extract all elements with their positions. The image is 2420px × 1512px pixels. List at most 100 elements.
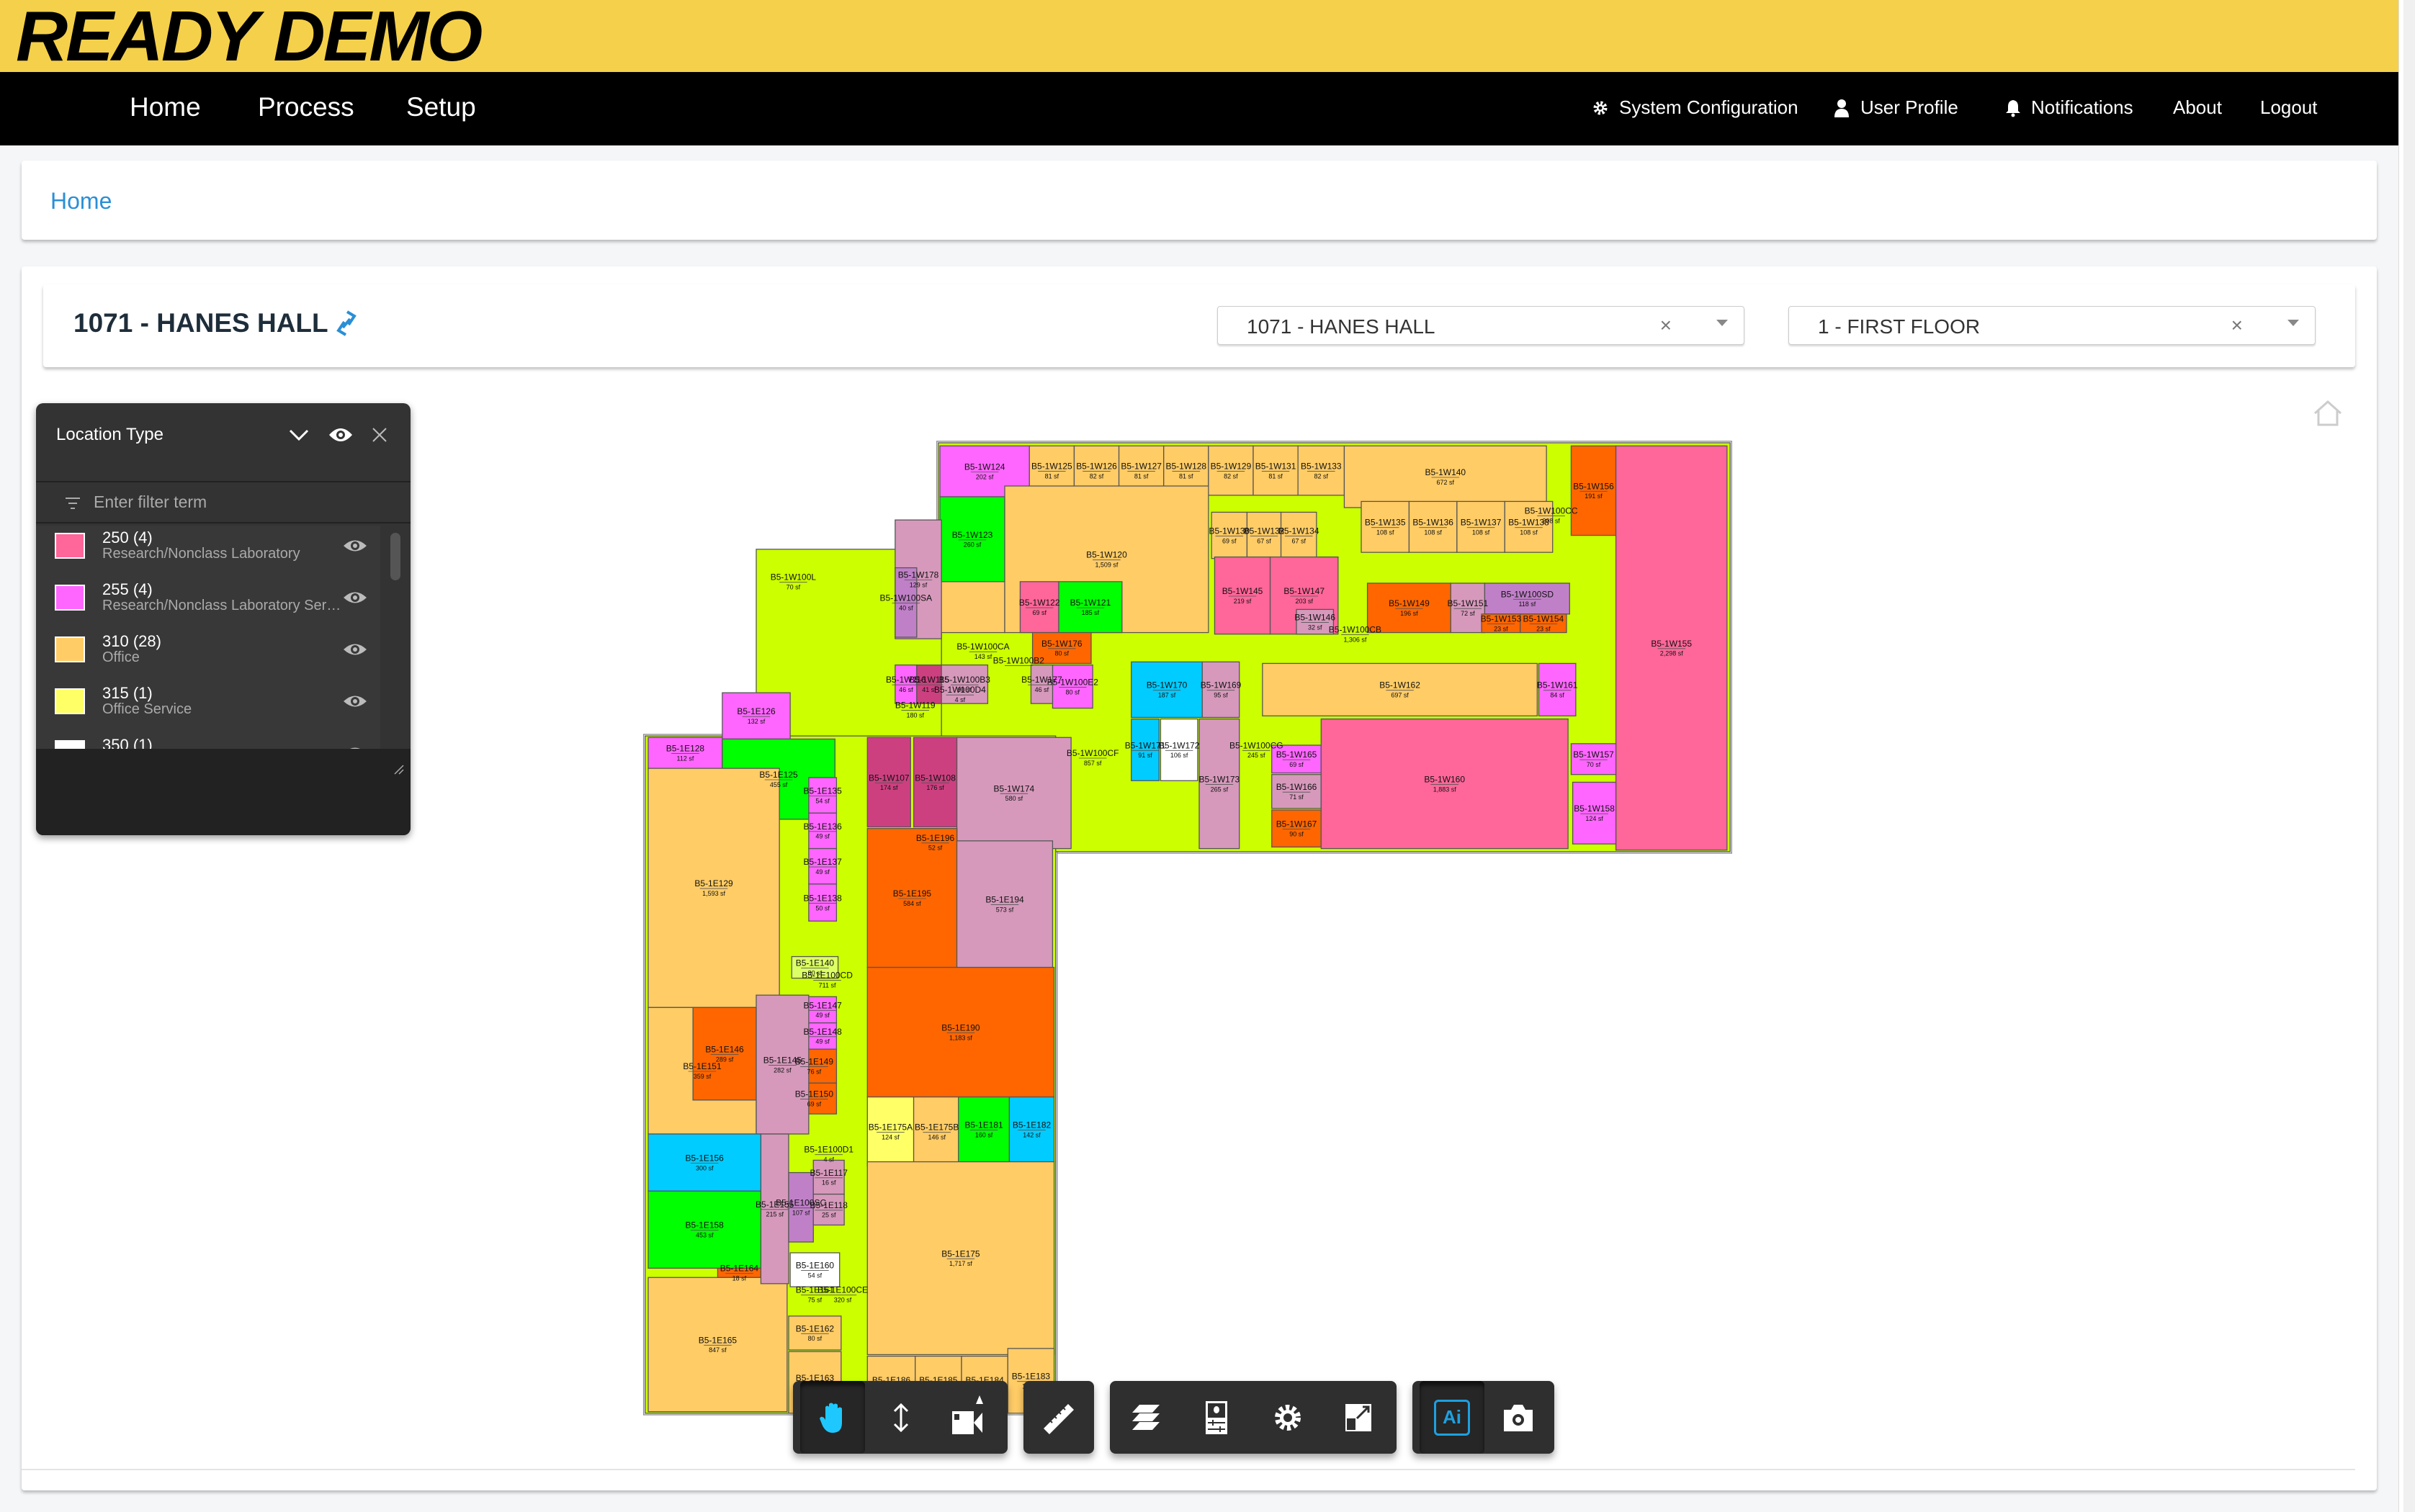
room-label-id: B5-1E183 bbox=[1012, 1372, 1051, 1382]
legend-item-description: Office Service bbox=[102, 701, 192, 717]
legend-item[interactable]: 350 (1) Conference Room bbox=[36, 733, 380, 749]
room-label-area: 124 sf bbox=[1585, 815, 1603, 822]
room-unlabeled[interactable] bbox=[939, 581, 1005, 634]
ruler-icon bbox=[1044, 1403, 1074, 1434]
corridor-label-id: B5-1W100CA bbox=[956, 642, 1009, 652]
ai-button[interactable]: Ai bbox=[1420, 1381, 1484, 1454]
legend-color-swatch bbox=[55, 585, 85, 611]
room-label-id: B5-1W147 bbox=[1283, 586, 1325, 596]
legend-filter-placeholder: Enter filter term bbox=[94, 492, 207, 511]
room-label-id: B5-1W140 bbox=[1425, 467, 1466, 477]
room-label-area: 18 sf bbox=[732, 1275, 747, 1282]
camera-view-button[interactable] bbox=[937, 1381, 1002, 1454]
room-label-id: B5-1E175A bbox=[869, 1122, 913, 1133]
corridor-label-area: 208 sf bbox=[1542, 517, 1560, 524]
properties-button[interactable] bbox=[1184, 1381, 1249, 1454]
legend-scrollbar[interactable] bbox=[390, 533, 400, 580]
zoom-tool-button[interactable] bbox=[869, 1381, 933, 1454]
view-toolbar-group bbox=[1110, 1381, 1397, 1454]
legend-item-code: 315 (1) bbox=[102, 684, 153, 702]
room-label-area: 359 sf bbox=[694, 1073, 712, 1080]
room-label-area: 81 sf bbox=[1045, 472, 1059, 480]
legend-filter-input[interactable]: Enter filter term bbox=[36, 482, 411, 523]
eye-icon[interactable] bbox=[342, 589, 368, 606]
resize-handle-icon[interactable] bbox=[393, 763, 404, 775]
room-label-area: 300 sf bbox=[696, 1164, 714, 1171]
room-label-area: 90 sf bbox=[1289, 830, 1304, 837]
room-label-id: B5-1W108 bbox=[915, 773, 956, 783]
room-label-id: B5-1W172 bbox=[1159, 740, 1200, 750]
room-label-id: B5-1W146 bbox=[1294, 612, 1335, 622]
eye-icon[interactable] bbox=[342, 537, 368, 554]
gear-icon bbox=[1275, 1404, 1301, 1431]
room-label-id: B5-1E156 bbox=[686, 1153, 725, 1164]
room-label-area: 108 sf bbox=[1376, 529, 1394, 536]
legend-item[interactable]: 315 (1) Office Service bbox=[36, 681, 380, 733]
screenshot-button[interactable] bbox=[1486, 1381, 1551, 1454]
room-label-area: 23 sf bbox=[1494, 625, 1508, 632]
room-label-id: B5-1E196 bbox=[916, 833, 955, 843]
corridor-label-id: B5-1E100D1 bbox=[804, 1145, 853, 1155]
room-label-area: 1,183 sf bbox=[949, 1034, 972, 1041]
room-label-id: B5-1W162 bbox=[1379, 680, 1420, 690]
room-label-area: 132 sf bbox=[748, 718, 766, 725]
room-label-area: 142 sf bbox=[1023, 1131, 1041, 1138]
measure-button[interactable] bbox=[1026, 1381, 1091, 1454]
room-label-area: 573 sf bbox=[996, 906, 1014, 913]
room-label-area: 1,717 sf bbox=[949, 1260, 972, 1267]
legend-item-code: 350 (1) bbox=[102, 736, 153, 749]
eye-icon[interactable] bbox=[342, 641, 368, 658]
room-label-id: B5-1E126 bbox=[737, 706, 776, 716]
camera-icon bbox=[1504, 1404, 1533, 1431]
legend-item[interactable]: 310 (28) Office bbox=[36, 629, 380, 681]
room-label-id: B5-1W170 bbox=[1147, 680, 1188, 690]
legend-item-code: 250 (4) bbox=[102, 528, 153, 546]
room-label-area: 196 sf bbox=[1400, 610, 1418, 617]
eye-icon[interactable] bbox=[328, 425, 354, 445]
settings-button[interactable] bbox=[1255, 1381, 1320, 1454]
room-label-area: 82 sf bbox=[1224, 472, 1238, 480]
layers-button[interactable] bbox=[1113, 1381, 1178, 1454]
room-label-area: 2,298 sf bbox=[1660, 650, 1683, 657]
room-label-id: B5-1W178 bbox=[898, 570, 939, 580]
legend-item[interactable]: 255 (4) Research/Nonclass Laboratory Ser… bbox=[36, 577, 380, 629]
room-label-id: B5-1E190 bbox=[941, 1022, 980, 1032]
close-icon[interactable] bbox=[371, 426, 388, 444]
room-label-area: 81 sf bbox=[1179, 472, 1193, 480]
room-label-area: 54 sf bbox=[808, 1272, 823, 1279]
corridor-label-area: 245 sf bbox=[1247, 752, 1265, 759]
room-label-id: B5-1W124 bbox=[964, 462, 1005, 472]
room-label-id: B5-1E195 bbox=[893, 888, 932, 899]
eye-icon[interactable] bbox=[342, 693, 368, 710]
room-label-id: B5-1W173 bbox=[1199, 774, 1240, 784]
room-label-id: B5-1W176 bbox=[1041, 639, 1083, 649]
room-label-id: B5-1E164 bbox=[720, 1264, 759, 1274]
room-label-area: 202 sf bbox=[976, 473, 994, 480]
room-label-area: 260 sf bbox=[964, 541, 982, 549]
fullscreen-button[interactable] bbox=[1326, 1381, 1391, 1454]
corridor-label-id: B5-1W100B2 bbox=[993, 655, 1045, 665]
layers-icon bbox=[1132, 1404, 1160, 1430]
room-label-area: 118 sf bbox=[1518, 600, 1536, 608]
room-label-id: B5-1W136 bbox=[1412, 518, 1453, 528]
chevron-down-icon[interactable] bbox=[288, 428, 310, 442]
room-label-id: B5-1W158 bbox=[1574, 804, 1615, 814]
room-label-area: 219 sf bbox=[1234, 598, 1252, 605]
room-label-id: B5-1E175B bbox=[915, 1122, 959, 1133]
room-label-area: 49 sf bbox=[815, 1038, 830, 1045]
room-label-id: B5-1W155 bbox=[1651, 639, 1692, 649]
properties-panel-icon bbox=[1206, 1400, 1227, 1434]
hand-icon bbox=[820, 1403, 842, 1433]
room-label-id: B5-1W134 bbox=[1278, 526, 1319, 536]
pan-tool-button[interactable] bbox=[800, 1381, 865, 1454]
room-label-id: B5-1E137 bbox=[803, 857, 842, 867]
room-label-area: 80 sf bbox=[1055, 650, 1070, 657]
legend-item-description: Research/Nonclass Laboratory Service bbox=[102, 598, 347, 613]
room-label-id: B5-1W177 bbox=[1021, 675, 1062, 685]
room-label-id: B5-1W167 bbox=[1276, 819, 1317, 829]
room-label-id: B5-1W123 bbox=[952, 530, 993, 540]
corridor-label-id: B5-1W100L bbox=[771, 572, 817, 582]
legend-item[interactable]: 250 (4) Research/Nonclass Laboratory bbox=[36, 526, 380, 577]
room-label-id: B5-1W128 bbox=[1165, 461, 1206, 471]
room-label-id: B5-1W135 bbox=[1365, 518, 1406, 528]
